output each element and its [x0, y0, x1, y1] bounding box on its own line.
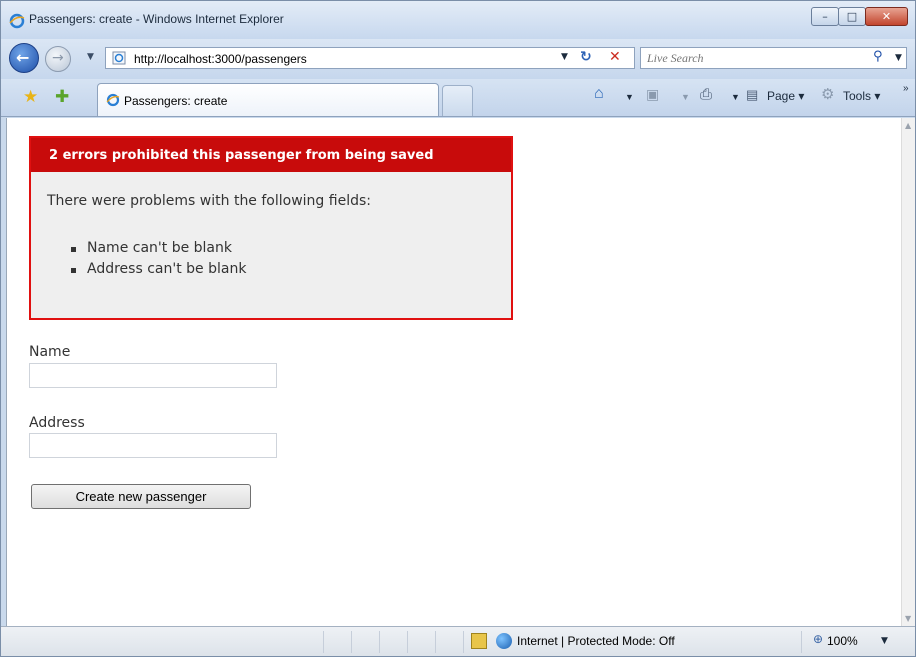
forward-arrow-icon: →	[52, 50, 64, 66]
address-label: Address	[29, 415, 85, 431]
error-header: 2 errors prohibited this passenger from …	[31, 138, 511, 172]
close-icon: ✕	[881, 10, 892, 23]
tools-gear-icon: ⚙	[821, 86, 835, 103]
forward-button[interactable]: →	[45, 46, 71, 72]
search-icon[interactable]: ⚲	[873, 49, 883, 64]
search-dropdown-icon[interactable]: ▼	[895, 53, 902, 63]
favorites-star-icon[interactable]: ★	[23, 87, 38, 107]
maximize-icon: □	[846, 10, 858, 23]
error-title: 2 errors prohibited this passenger from …	[49, 148, 434, 163]
status-divider	[379, 631, 380, 653]
address-input[interactable]	[134, 51, 534, 67]
bullet-icon	[71, 247, 76, 252]
refresh-icon[interactable]: ↻	[580, 49, 592, 65]
feeds-dropdown-icon[interactable]: ▼	[681, 92, 690, 102]
status-bar: Internet | Protected Mode: Off ⊕ 100% ▼	[1, 626, 915, 656]
tab-bar: ★ ✚ Passengers: create ⌂ ▼ ▣ ▼ ⎙ ▼ ▤ Pag…	[1, 79, 915, 117]
minimize-icon: –	[822, 10, 828, 23]
error-explanation: 2 errors prohibited this passenger from …	[29, 136, 513, 320]
error-intro: There were problems with the following f…	[47, 193, 371, 209]
security-zone-label[interactable]: Internet | Protected Mode: Off	[517, 634, 675, 648]
back-arrow-icon: ←	[16, 48, 30, 67]
back-button[interactable]: ←	[9, 43, 39, 73]
tools-menu[interactable]: Tools ▾	[843, 89, 880, 103]
error-item: Name can't be blank	[71, 240, 246, 261]
scroll-down-icon[interactable]: ▼	[905, 614, 911, 623]
vertical-scrollbar[interactable]: ▲ ▼	[901, 118, 915, 626]
create-passenger-button[interactable]: Create new passenger	[31, 484, 251, 509]
error-message: Name can't be blank	[87, 240, 232, 256]
home-icon[interactable]: ⌂	[594, 85, 604, 103]
window-title: Passengers: create - Windows Internet Ex…	[29, 12, 284, 26]
internet-globe-icon	[496, 633, 512, 649]
error-message: Address can't be blank	[87, 261, 247, 277]
security-shield-icon[interactable]	[471, 633, 487, 649]
error-item: Address can't be blank	[71, 261, 247, 282]
add-favorites-icon[interactable]: ✚	[55, 87, 69, 107]
status-divider	[801, 631, 802, 653]
stop-icon[interactable]: ✕	[609, 49, 621, 65]
error-list: Name can't be blank Address can't be bla…	[71, 240, 247, 282]
address-field[interactable]	[29, 433, 277, 458]
search-input[interactable]	[647, 51, 857, 66]
page-icon: ▤	[746, 87, 759, 102]
tab-label: Passengers: create	[124, 94, 228, 108]
navigation-bar: ← → ▼ ▼ ↻ ✕ ⚲ ▼	[1, 39, 915, 79]
toolbar-overflow-icon[interactable]: »	[903, 83, 909, 94]
status-divider	[351, 631, 352, 653]
bullet-icon	[71, 268, 76, 273]
internet-explorer-icon	[106, 93, 120, 107]
zoom-dropdown-icon[interactable]: ▼	[881, 636, 888, 646]
print-icon[interactable]: ⎙	[700, 86, 712, 103]
address-bar[interactable]: ▼ ↻ ✕	[105, 47, 635, 69]
new-tab-button[interactable]	[442, 85, 473, 116]
close-button[interactable]: ✕	[865, 7, 908, 26]
status-divider	[323, 631, 324, 653]
title-bar: Passengers: create - Windows Internet Ex…	[1, 1, 915, 39]
print-dropdown-icon[interactable]: ▼	[731, 92, 740, 102]
page-menu[interactable]: Page ▾	[767, 89, 804, 103]
browser-window: Passengers: create - Windows Internet Ex…	[0, 0, 916, 657]
name-field[interactable]	[29, 363, 277, 388]
zoom-icon[interactable]: ⊕	[813, 632, 823, 646]
status-divider	[463, 631, 464, 653]
search-box[interactable]: ⚲ ▼	[640, 47, 907, 69]
name-label: Name	[29, 344, 71, 360]
tab-passengers-create[interactable]: Passengers: create	[97, 83, 439, 116]
page-content: 2 errors prohibited this passenger from …	[6, 118, 901, 626]
page-icon	[112, 51, 126, 65]
internet-explorer-icon	[9, 13, 25, 29]
maximize-button[interactable]: □	[838, 7, 866, 26]
status-divider	[407, 631, 408, 653]
home-dropdown-icon[interactable]: ▼	[625, 92, 634, 102]
scroll-up-icon[interactable]: ▲	[905, 121, 911, 130]
address-dropdown-icon[interactable]: ▼	[561, 52, 568, 62]
minimize-button[interactable]: –	[811, 7, 839, 26]
zoom-level[interactable]: 100%	[827, 634, 858, 648]
status-divider	[435, 631, 436, 653]
feeds-icon[interactable]: ▣	[646, 86, 659, 103]
history-dropdown-icon[interactable]: ▼	[87, 52, 94, 62]
